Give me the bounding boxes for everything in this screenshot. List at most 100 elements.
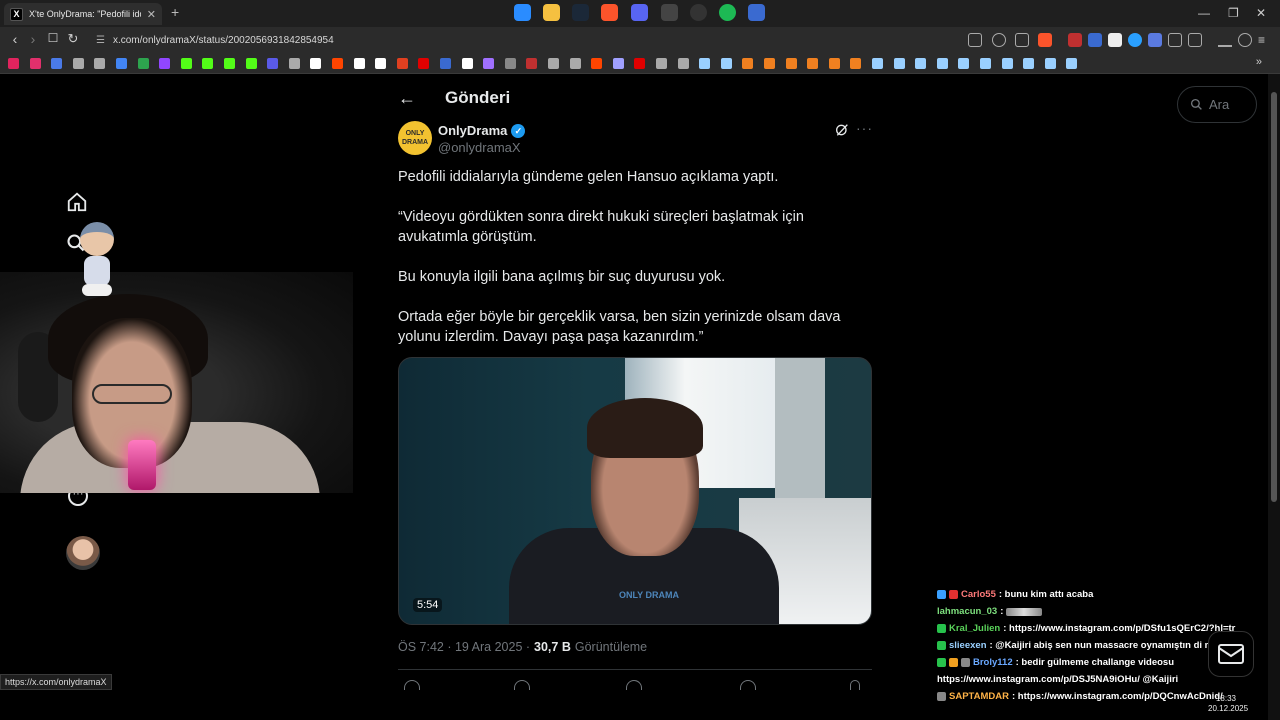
forward-icon[interactable]: › — [24, 31, 42, 47]
bookmark-favicon-icon[interactable] — [872, 58, 883, 69]
extension-icon[interactable] — [1068, 33, 1082, 47]
share-icon[interactable] — [1015, 33, 1029, 47]
extension-icon[interactable] — [1128, 33, 1142, 47]
bookmark-favicon-icon[interactable] — [94, 58, 106, 69]
system-clock[interactable]: 18:33 20.12.2025 — [1208, 694, 1248, 714]
bookmark-favicon-icon[interactable] — [958, 58, 970, 69]
minimize-button[interactable]: — — [1198, 6, 1210, 20]
app-icon[interactable] — [690, 4, 707, 21]
bookmark-favicon-icon[interactable] — [807, 58, 819, 69]
bookmark-favicon-icon[interactable] — [785, 58, 797, 69]
bookmark-favicon-icon[interactable] — [850, 58, 862, 69]
bookmark-favicon-icon[interactable] — [245, 58, 257, 69]
grok-icon[interactable] — [834, 122, 850, 138]
download-icon[interactable] — [1218, 33, 1232, 47]
site-settings-icon[interactable]: ☰ — [96, 35, 105, 46]
bookmark-favicon-icon[interactable] — [893, 58, 905, 69]
extensions-puzzle-icon[interactable] — [1168, 33, 1182, 47]
bookmark-favicon-icon[interactable] — [656, 58, 667, 69]
bookmark-favicon-icon[interactable] — [375, 58, 387, 69]
bookmark-favicon-icon[interactable] — [634, 58, 646, 69]
bookmark-favicon-icon[interactable] — [936, 58, 948, 69]
more-options-icon[interactable]: ··· — [856, 120, 873, 136]
bookmark-favicon-icon[interactable] — [915, 58, 927, 69]
repost-icon[interactable] — [514, 680, 530, 690]
bookmark-favicon-icon[interactable] — [267, 58, 279, 69]
tab-close-icon[interactable]: ✕ — [147, 8, 156, 21]
media-icon[interactable] — [1238, 33, 1252, 47]
bookmark-favicon-icon[interactable] — [116, 58, 127, 69]
bookmark-favicon-icon[interactable] — [1066, 58, 1078, 69]
reply-icon[interactable] — [404, 680, 420, 690]
bookmark-favicon-icon[interactable] — [353, 58, 365, 69]
bookmark-favicon-icon[interactable] — [310, 58, 322, 69]
bookmark-favicon-icon[interactable] — [288, 58, 300, 69]
tab-active[interactable]: X X'te OnlyDrama: "Pedofili idd ✕ — [4, 3, 162, 25]
new-tab-button[interactable]: + — [171, 4, 179, 20]
search-input[interactable]: Ara — [1177, 86, 1257, 123]
bookmark-favicon-icon[interactable] — [72, 58, 84, 69]
back-icon[interactable]: ‹ — [6, 31, 24, 47]
spotify-icon[interactable] — [719, 4, 736, 21]
author-avatar[interactable]: ONLY DRAMA — [398, 121, 432, 155]
bookmark-favicon-icon[interactable] — [504, 58, 516, 69]
discord-icon[interactable] — [631, 4, 648, 21]
bookmark-favicon-icon[interactable] — [828, 58, 840, 69]
zoom-icon[interactable] — [992, 33, 1006, 47]
bookmark-favicon-icon[interactable] — [699, 58, 711, 69]
bookmark-favicon-icon[interactable] — [569, 58, 581, 69]
bookmark-favicon-icon[interactable] — [1023, 58, 1035, 69]
bookmark-favicon-icon[interactable] — [29, 58, 41, 69]
bookmark-favicon-icon[interactable] — [1001, 58, 1013, 69]
bookmark-favicon-icon[interactable] — [396, 58, 408, 69]
restore-button[interactable]: ❐ — [1228, 6, 1239, 20]
bookmark-favicon-icon[interactable] — [224, 58, 235, 69]
bookmark-favicon-icon[interactable] — [677, 58, 689, 69]
address-bar[interactable]: ☰ x.com/onlydramaX/status/20020569318428… — [88, 30, 1063, 50]
home-icon[interactable] — [66, 191, 88, 213]
bookmark-favicon-icon[interactable] — [332, 58, 343, 69]
bookmark-favicon-icon[interactable] — [980, 58, 991, 69]
like-icon[interactable] — [626, 680, 642, 690]
bookmark-favicon-icon[interactable] — [764, 58, 775, 69]
menu-icon[interactable]: ≡ — [1258, 33, 1272, 47]
share-action-icon[interactable] — [850, 680, 860, 690]
bookmark-action-icon[interactable] — [740, 680, 756, 690]
tweet-video[interactable]: ONLY DRAMA 5:54 — [398, 357, 872, 625]
profile-avatar[interactable] — [66, 536, 100, 570]
reload-icon[interactable]: ↻ — [64, 31, 82, 47]
sidebar-icon[interactable] — [1188, 33, 1202, 47]
cast-icon[interactable] — [968, 33, 982, 47]
steam-icon[interactable] — [572, 4, 589, 21]
bookmark-favicon-icon[interactable] — [8, 58, 19, 69]
bookmark-favicon-icon[interactable] — [137, 58, 149, 69]
extension-icon[interactable] — [1088, 33, 1102, 47]
bookmark-favicon-icon[interactable] — [159, 58, 171, 69]
author-name[interactable]: OnlyDrama ✓ — [438, 123, 526, 138]
bookmark-favicon-icon[interactable] — [202, 58, 214, 69]
close-window-button[interactable]: ✕ — [1256, 6, 1266, 20]
bookmark-favicon-icon[interactable] — [180, 58, 192, 69]
bookmark-favicon-icon[interactable] — [526, 58, 538, 69]
bookmark-favicon-icon[interactable] — [591, 58, 603, 69]
bookmark-favicon-icon[interactable] — [418, 58, 430, 69]
bookmark-favicon-icon[interactable] — [548, 58, 559, 69]
bookmark-favicon-icon[interactable] — [612, 58, 624, 69]
scrollbar-thumb[interactable] — [1271, 92, 1277, 502]
bookmark-icon[interactable]: ☐ — [44, 31, 62, 45]
bookmark-favicon-icon[interactable] — [440, 58, 451, 69]
brave-icon[interactable] — [601, 4, 618, 21]
author-name-text[interactable]: OnlyDrama — [438, 123, 507, 138]
bookmark-favicon-icon[interactable] — [1044, 58, 1056, 69]
url-text[interactable]: x.com/onlydramaX/status/2002056931842854… — [113, 35, 334, 46]
extension-icon[interactable] — [1148, 33, 1162, 47]
back-arrow-icon[interactable]: ← — [398, 88, 416, 109]
bookmarks-overflow-icon[interactable]: » — [1256, 56, 1262, 68]
bookmark-favicon-icon[interactable] — [720, 58, 732, 69]
app-icon[interactable] — [748, 4, 765, 21]
extension-icon[interactable] — [1108, 33, 1122, 47]
windows-start-icon[interactable] — [514, 4, 531, 21]
messages-button[interactable] — [1208, 631, 1254, 677]
bookmark-favicon-icon[interactable] — [483, 58, 495, 69]
bookmark-favicon-icon[interactable] — [51, 58, 63, 69]
